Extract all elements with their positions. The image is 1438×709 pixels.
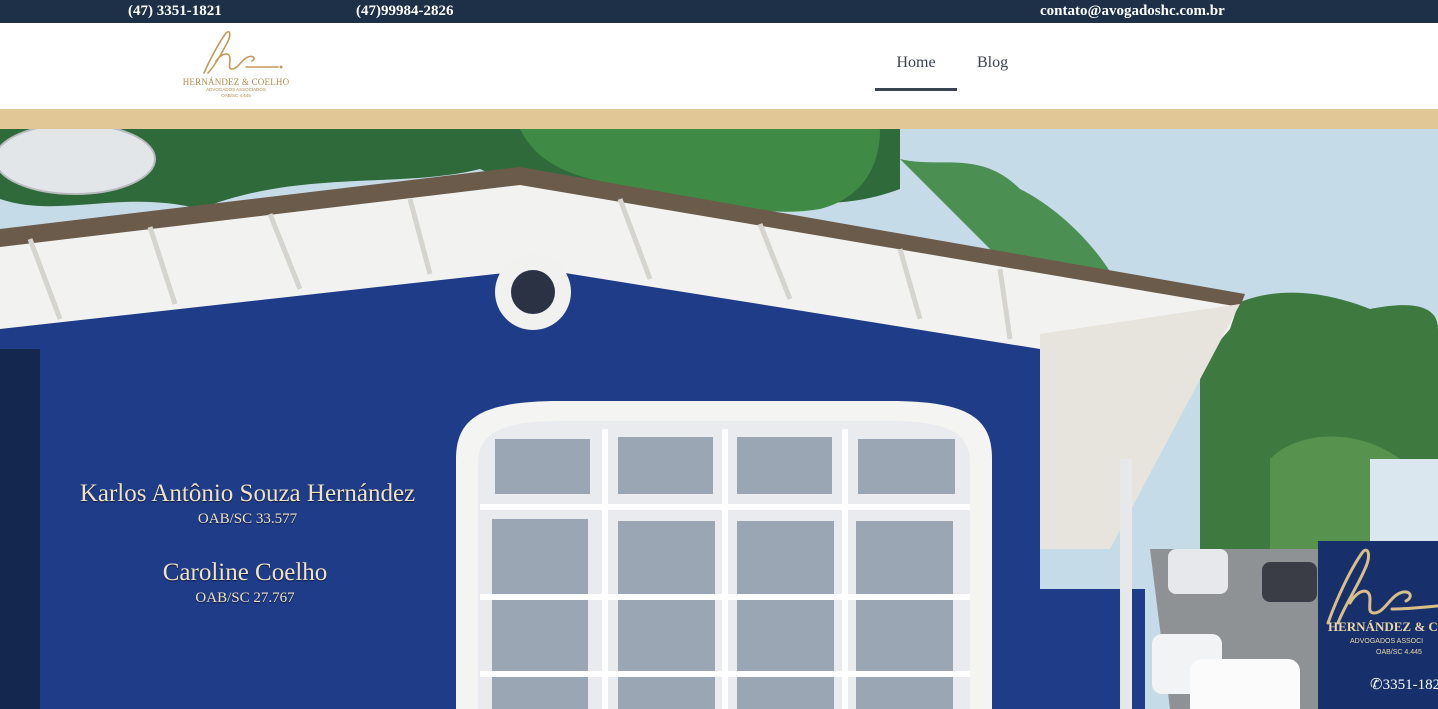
attorney-sign-1: Karlos Antônio Souza Hernández OAB/SC 33… (70, 479, 425, 528)
nav-item-home[interactable]: Home (875, 51, 957, 91)
logo-registration: OAB/SC 4.445 (221, 93, 251, 98)
panel-phone-number: 3351-182 (1382, 677, 1438, 693)
attorney-sign-2: Caroline Coelho OAB/SC 27.767 (130, 557, 360, 607)
logo-firm-name: HERNÁNDEZ & COELHO (182, 77, 290, 87)
hc-monogram-icon (1326, 548, 1438, 625)
site-header: HERNÁNDEZ & COELHO ADVOGADOS ASSOCIADOS … (0, 23, 1438, 109)
top-contact-bar: (47) 3351-1821 (47)99984-2826 contato@av… (0, 0, 1438, 23)
panel-firm-name: HERNÁNDEZ & C (1328, 619, 1438, 634)
attorney-oab-1: OAB/SC 33.577 (197, 511, 298, 527)
panel-registration: OAB/SC 4.445 (1376, 649, 1422, 656)
phone-icon: ✆ (1370, 677, 1383, 693)
office-building-illustration (0, 129, 1438, 709)
attorney-oab-2: OAB/SC 27.767 (195, 590, 295, 606)
contact-email-link[interactable]: contato@avogadoshc.com.br (1040, 2, 1225, 20)
attorney-name-2: Caroline Coelho (162, 559, 328, 586)
panel-tagline: ADVOGADOS ASSOCI (1350, 638, 1424, 645)
phone-number-2[interactable]: (47)99984-2826 (356, 2, 454, 20)
hc-monogram-icon (203, 30, 283, 74)
site-logo[interactable]: HERNÁNDEZ & COELHO ADVOGADOS ASSOCIADOS … (178, 29, 294, 105)
nav-item-blog[interactable]: Blog (977, 51, 1008, 88)
accent-stripe (0, 109, 1438, 129)
street-sign-panel: HERNÁNDEZ & C ADVOGADOS ASSOCI OAB/SC 4.… (1318, 541, 1438, 709)
attorney-name-1: Karlos Antônio Souza Hernández (79, 480, 416, 507)
phone-number-1[interactable]: (47) 3351-1821 (128, 2, 222, 20)
hero-office-photo: Karlos Antônio Souza Hernández OAB/SC 33… (0, 129, 1438, 709)
panel-phone: ✆3351-182 (1370, 675, 1438, 694)
